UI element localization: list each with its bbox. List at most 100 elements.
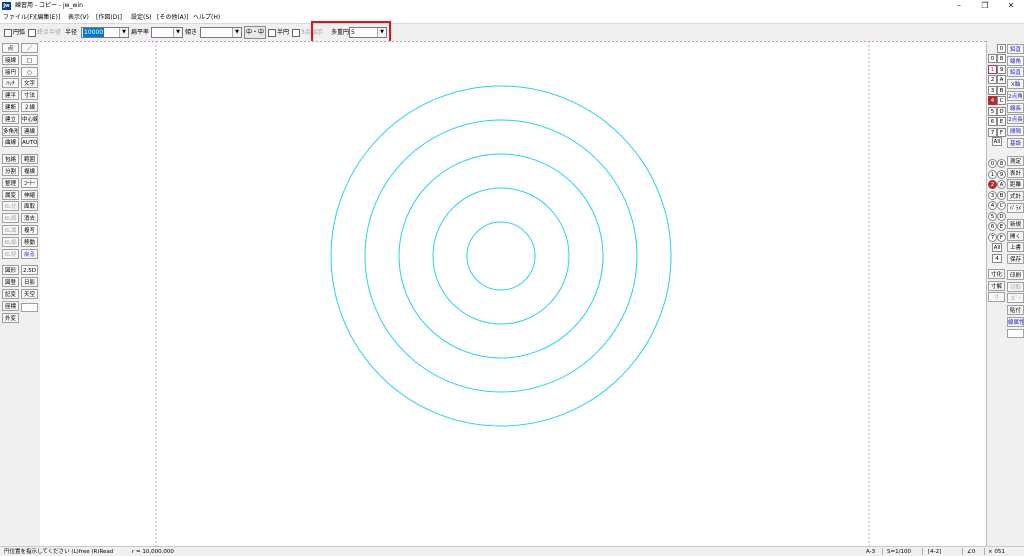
- command-button[interactable]: 基設: [1007, 137, 1024, 148]
- tool-button[interactable]: 文字: [21, 78, 38, 89]
- tool-button[interactable]: 図形: [2, 265, 19, 276]
- circle-arc-checkbox[interactable]: [4, 29, 12, 37]
- endpoint-radius-checkbox[interactable]: [28, 29, 36, 37]
- close-icon[interactable]: ✕: [998, 0, 1024, 12]
- command-button[interactable]: ｺﾋﾟｰ: [1007, 293, 1024, 304]
- tool-button[interactable]: 整理: [2, 177, 19, 188]
- command-button[interactable]: 印刷: [1007, 269, 1024, 280]
- circle-5[interactable]: [330, 85, 672, 427]
- flatness-combo[interactable]: ▼: [151, 27, 183, 38]
- layer-button[interactable]: 0: [988, 54, 997, 63]
- tool-button[interactable]: 寸法: [21, 90, 38, 101]
- command-button[interactable]: X軸: [1007, 79, 1024, 90]
- command-button[interactable]: 開く: [1007, 230, 1024, 241]
- tool-button[interactable]: ○: [21, 66, 38, 77]
- command-button[interactable]: 式計: [1007, 191, 1024, 202]
- tool-button[interactable]: 包絡: [2, 154, 19, 165]
- command-button[interactable]: 上書: [1007, 242, 1024, 253]
- drawing-canvas[interactable]: [40, 41, 986, 546]
- tool-button[interactable]: 面取: [21, 201, 38, 212]
- command-button[interactable]: 線長: [1007, 102, 1024, 113]
- layer-all-button[interactable]: All: [992, 137, 1002, 146]
- restore-icon[interactable]: ❐: [972, 0, 998, 12]
- command-button[interactable]: 貼付: [1007, 304, 1024, 315]
- tool-button[interactable]: 複線: [21, 166, 38, 176]
- base-point-button[interactable]: 中・中: [244, 26, 266, 39]
- tool-button[interactable]: 図登: [2, 277, 19, 288]
- tilt-combo[interactable]: ▼: [200, 27, 242, 38]
- group-button[interactable]: 1: [988, 169, 997, 179]
- tool-button[interactable]: ﾊｯﾁ: [2, 78, 19, 89]
- tool-button[interactable]: 天空: [21, 289, 38, 299]
- tool-button[interactable]: BL編: [2, 236, 19, 247]
- layer-group-button[interactable]: B: [997, 85, 1006, 95]
- tool-button[interactable]: 座標: [2, 300, 19, 311]
- radius-combo[interactable]: 10000 ▼: [81, 27, 129, 38]
- layer-group-header[interactable]: 0: [997, 44, 1006, 53]
- command-button[interactable]: 表計: [1007, 167, 1024, 178]
- layer-button[interactable]: 7: [988, 127, 997, 137]
- menu-draw[interactable]: [作図(D)]: [96, 14, 122, 22]
- command-button[interactable]: 新規: [1007, 219, 1024, 229]
- command-button[interactable]: 切取: [1007, 281, 1024, 292]
- command-button[interactable]: 保存: [1007, 254, 1024, 265]
- tool-button[interactable]: BL属: [2, 225, 19, 235]
- tool-button[interactable]: 接円: [2, 66, 19, 77]
- line-type-sample[interactable]: [1007, 329, 1024, 338]
- tool-button[interactable]: □: [21, 54, 38, 65]
- group-all-button[interactable]: All: [992, 243, 1002, 252]
- menu-view[interactable]: 表示(V): [68, 14, 89, 22]
- layer-group-button[interactable]: A: [997, 75, 1006, 84]
- minimize-icon[interactable]: –: [946, 0, 972, 12]
- group-button[interactable]: C: [997, 201, 1006, 210]
- tool-button[interactable]: ２線: [21, 102, 38, 112]
- layer-button[interactable]: 6: [988, 117, 997, 126]
- circle-3[interactable]: [398, 153, 604, 359]
- tool-button[interactable]: 複写: [21, 225, 38, 235]
- group-button[interactable]: 8: [997, 159, 1006, 168]
- tool-button[interactable]: BL化: [2, 201, 19, 212]
- group-button[interactable]: 0: [988, 159, 997, 168]
- command-button[interactable]: 線角: [1007, 55, 1024, 66]
- line-type-sample[interactable]: [21, 303, 38, 313]
- layer-group-button[interactable]: D: [997, 106, 1006, 116]
- tool-button[interactable]: 範囲: [21, 154, 38, 165]
- layer-group-button[interactable]: C: [997, 96, 1006, 105]
- command-button[interactable]: 寸: [988, 292, 1005, 303]
- command-button[interactable]: 距離: [1007, 179, 1024, 190]
- tool-button[interactable]: ／: [21, 43, 38, 53]
- menu-settings[interactable]: 設定(S): [131, 14, 152, 22]
- circle-4[interactable]: [364, 119, 638, 393]
- tool-button[interactable]: 中心線: [21, 113, 38, 124]
- group-button[interactable]: 7: [988, 232, 997, 242]
- tool-button[interactable]: 消去: [21, 213, 38, 224]
- tool-button[interactable]: 曲線: [2, 137, 19, 148]
- command-button[interactable]: 寸化: [988, 269, 1005, 279]
- command-button[interactable]: 鉛直: [1007, 44, 1024, 54]
- layer-group-button[interactable]: 8: [997, 54, 1006, 63]
- tool-button[interactable]: 建平: [2, 90, 19, 101]
- layer-button[interactable]: 5: [988, 106, 997, 116]
- command-button[interactable]: 線属性: [1007, 316, 1024, 327]
- tool-button[interactable]: 建立: [2, 113, 19, 124]
- tool-button[interactable]: AUTO: [21, 137, 38, 148]
- layer-button[interactable]: 2: [988, 75, 997, 84]
- tool-button[interactable]: 点: [2, 43, 19, 53]
- tool-button[interactable]: BL解: [2, 213, 19, 224]
- layer-button[interactable]: 3: [988, 85, 997, 95]
- three-point-checkbox[interactable]: [292, 29, 300, 37]
- group-button[interactable]: 6: [988, 222, 997, 231]
- tool-button[interactable]: 分割: [2, 166, 19, 176]
- tool-button[interactable]: ｺｰﾅｰ: [21, 177, 38, 188]
- menu-help[interactable]: ヘルプ(H): [193, 14, 220, 22]
- chevron-down-icon[interactable]: ▼: [173, 28, 182, 37]
- tool-button[interactable]: 移動: [21, 236, 38, 247]
- layer-group-button[interactable]: E: [997, 117, 1006, 126]
- tool-button[interactable]: 2.5D: [21, 265, 38, 276]
- group-button[interactable]: 5: [988, 211, 997, 221]
- group-button[interactable]: A: [997, 180, 1006, 189]
- chevron-down-icon[interactable]: ▼: [119, 28, 128, 37]
- tool-button[interactable]: BL終: [2, 248, 19, 259]
- tool-button[interactable]: 日影: [21, 277, 38, 288]
- layer-button[interactable]: 4: [988, 96, 997, 105]
